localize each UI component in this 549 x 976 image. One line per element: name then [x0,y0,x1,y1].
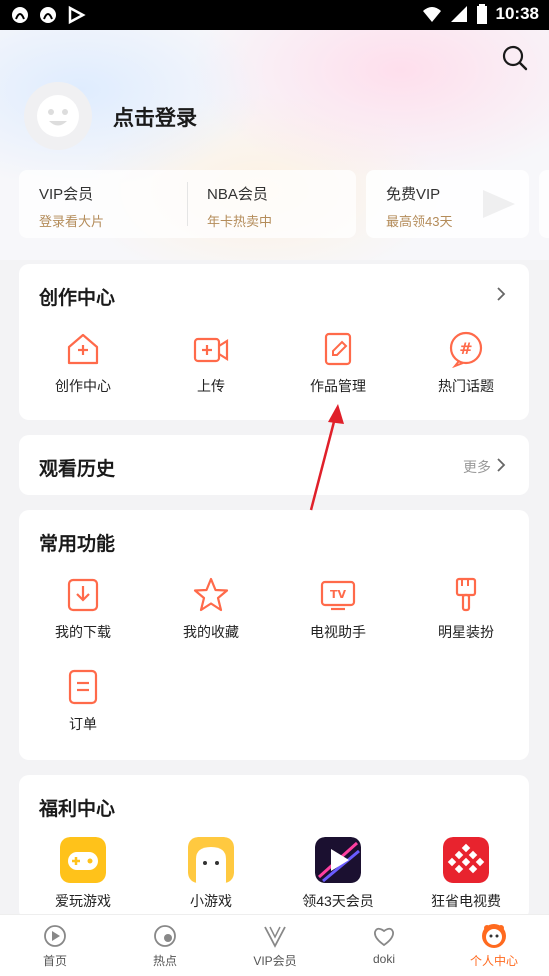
nav-profile[interactable]: 个人中心 [454,923,534,969]
free-vip-title: 免费VIP [386,186,441,203]
welfare-center-card: 福利中心 爱玩游戏 小游戏 领43天会员 狂省电视费 [19,775,529,920]
nav-hot[interactable]: 热点 [125,923,205,969]
orders-label: 订单 [69,716,97,732]
search-icon[interactable] [501,44,529,72]
free-vip-subtitle: 最高领43天 [386,214,453,229]
nba-subtitle: 年卡热卖中 [207,214,273,229]
vip-membership[interactable]: VIP会员 登录看大片 [39,183,104,230]
bottom-navigation: 首页 热点 VIP会员 doki 个人中心 [0,914,549,976]
nav-home-label: 首页 [42,954,67,968]
profile-icon [482,924,506,948]
tv-icon: TV [320,580,356,611]
creation-center-card: 创作中心 创作中心 上传 作品管理 # 热门话题 [19,264,529,420]
star-icon [193,577,229,612]
default-avatar-icon [37,95,79,137]
tv-assistant-item[interactable]: TV 电视助手 [274,576,402,642]
play-games-label: 爱玩游戏 [55,893,111,909]
play-notification-icon [68,5,86,25]
tv-save-icon [443,837,489,883]
svg-text:#: # [459,339,472,358]
next-card-peek[interactable] [539,170,549,238]
star-dressup-label: 明星装扮 [438,624,494,640]
my-downloads-item[interactable]: 我的下载 [19,576,147,642]
notification-icons [10,5,86,25]
nav-doki[interactable]: doki [344,923,424,966]
signal-icon [450,6,467,22]
brush-icon [455,577,477,612]
save-tv-fee-label: 狂省电视费 [431,893,501,909]
mini-games-label: 小游戏 [190,893,232,909]
upload-item[interactable]: 上传 [147,330,275,396]
hot-topics-item[interactable]: # 热门话题 [402,330,530,396]
game-app-icon [60,837,106,883]
avatar[interactable] [24,82,92,150]
play-games-item[interactable]: 爱玩游戏 [19,837,147,911]
nav-profile-label: 个人中心 [469,954,518,968]
order-icon [68,669,98,705]
nav-vip-label: VIP会员 [253,954,297,968]
vip-43-days-item[interactable]: 领43天会员 [274,837,402,911]
vip-watermark-icon [483,190,515,218]
vip-icon [264,926,286,948]
house-plus-icon [67,333,99,365]
edit-doc-icon [324,332,352,366]
common-functions-card: 常用功能 我的下载 我的收藏 TV 电视助手 明星装扮 订单 [19,510,529,760]
nba-title: NBA会员 [207,186,268,203]
status-bar: 10:38 [0,0,549,30]
creation-center-item[interactable]: 创作中心 [19,330,147,396]
svg-text:TV: TV [330,588,347,601]
video-plus-icon [193,337,229,363]
hashtag-icon: # [449,331,483,368]
hot-topics-label: 热门话题 [438,378,494,394]
welfare-center-title: 福利中心 [39,799,116,820]
vip-play-icon [315,837,361,883]
save-tv-fee-item[interactable]: 狂省电视费 [402,837,530,911]
doki-icon [374,927,394,947]
vip-43-days-label: 领43天会员 [302,893,374,909]
nav-hot-label: 热点 [152,954,177,968]
clock: 10:38 [495,4,539,23]
chevron-right-icon[interactable] [495,458,507,472]
wifi-icon [422,7,441,22]
chevron-right-icon[interactable] [495,287,507,301]
watch-history-card[interactable]: 观看历史 更多 [19,435,529,495]
login-link[interactable]: 点击登录 [113,102,197,132]
star-dressup-item[interactable]: 明星装扮 [402,576,530,642]
orders-item[interactable]: 订单 [19,668,147,734]
nav-home[interactable]: 首页 [15,923,95,969]
mini-game-icon [188,837,234,883]
vip-subtitle: 登录看大片 [39,214,105,229]
app-notification-icon [40,7,56,23]
hot-icon [154,925,176,947]
home-icon [44,925,66,947]
works-management-label: 作品管理 [310,378,366,394]
common-functions-title: 常用功能 [39,534,116,555]
battery-icon [476,4,487,24]
watch-history-title: 观看历史 [39,459,116,480]
creation-center-title: 创作中心 [39,288,116,309]
my-favorites-label: 我的收藏 [183,624,239,640]
vip-title: VIP会员 [39,186,94,203]
mini-games-item[interactable]: 小游戏 [147,837,275,911]
membership-card: VIP会员 登录看大片 NBA会员 年卡热卖中 [19,170,356,238]
nba-membership[interactable]: NBA会员 年卡热卖中 [207,183,272,230]
free-vip-card[interactable]: 免费VIP 最高领43天 [366,170,529,238]
tv-assistant-label: 电视助手 [310,624,366,640]
creation-center-label: 创作中心 [55,378,111,394]
nav-vip[interactable]: VIP会员 [235,923,315,969]
my-favorites-item[interactable]: 我的收藏 [147,576,275,642]
divider [187,182,188,226]
upload-label: 上传 [197,378,225,394]
works-management-item[interactable]: 作品管理 [274,330,402,396]
my-downloads-label: 我的下载 [55,624,111,640]
nav-doki-label: doki [372,952,395,966]
annotation-arrow [309,404,344,511]
more-link[interactable]: 更多 [463,457,491,477]
download-icon [67,578,99,612]
app-notification-icon [12,7,28,23]
